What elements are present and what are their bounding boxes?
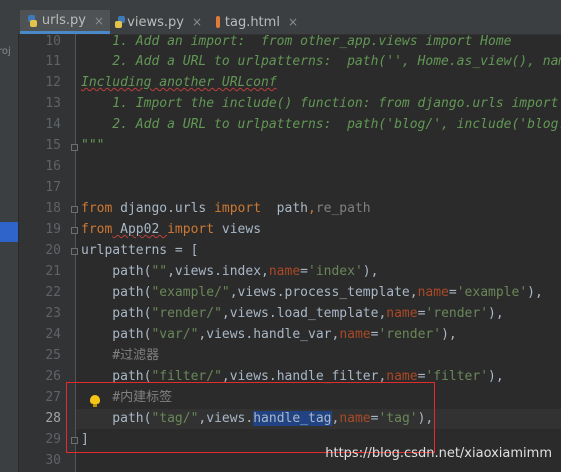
imported-name: re_path [315, 201, 371, 216]
string-literal: "render/" [151, 306, 222, 321]
tab-views-py[interactable]: views.py × [110, 10, 208, 34]
line-number: 15 [45, 138, 61, 153]
keyword: from [81, 222, 113, 237]
close-icon[interactable]: × [192, 15, 202, 29]
string-literal: "example/" [151, 285, 230, 300]
line-number: 10 [45, 34, 61, 49]
code-line: 1. Import the include() function: from d… [112, 96, 559, 111]
python-file-icon [115, 16, 126, 28]
project-tool-window-strip[interactable]: roj [0, 34, 19, 472]
line-number: 25 [45, 348, 61, 363]
tab-label: tag.html [224, 14, 280, 30]
keyword-arg: name [268, 264, 301, 279]
line-number: 21 [45, 264, 61, 279]
argument: ,views.load_template, [221, 306, 387, 321]
imported-name: views [214, 222, 262, 237]
punctuation: ), [441, 327, 457, 342]
keyword: import [214, 201, 262, 216]
operator: = [300, 264, 308, 279]
argument: ,views.handle_var, [198, 327, 340, 342]
tab-label: views.py [127, 14, 184, 30]
tab-label: urls.py [41, 13, 86, 28]
keyword: from [81, 201, 113, 216]
argument: ,views.process_template, [229, 285, 418, 300]
line-number: 19 [45, 222, 61, 237]
docstring-text: Including another URLconf [81, 75, 277, 90]
punctuation: ), [488, 306, 504, 321]
keyword-arg: name [339, 327, 371, 342]
code-line: 2. Add a URL to urlpatterns: path('blog/… [112, 117, 561, 132]
string-literal: 'example' [456, 285, 528, 300]
punctuation: , [308, 201, 316, 216]
code-line: from App02 import views [81, 220, 261, 240]
line-number: 13 [45, 96, 61, 111]
code-line: path("",views.index,name='index'), [81, 262, 378, 282]
annotation-highlight-box [66, 382, 435, 453]
argument: ,views.index, [167, 264, 269, 279]
code-line: Including another URLconf [81, 73, 277, 93]
line-number: 12 [45, 75, 61, 90]
code-line: path("render/",views.load_template,name=… [81, 304, 504, 324]
string-literal: "" [151, 264, 168, 279]
tab-urls-py[interactable]: urls.py × [20, 10, 110, 34]
project-selected-item[interactable] [0, 222, 18, 242]
close-icon[interactable]: × [288, 15, 298, 29]
code-line: """ [81, 138, 105, 153]
project-label: roj [0, 46, 11, 57]
punctuation: ), [362, 264, 379, 279]
string-literal: "var/" [151, 327, 199, 342]
line-number: 18 [45, 201, 61, 216]
operator: = [448, 285, 457, 300]
keyword: import [167, 222, 215, 237]
keyword-arg: name [417, 285, 449, 300]
code-line: 1. Add an import: from other_app.views i… [81, 34, 512, 49]
line-number: 14 [45, 117, 61, 132]
code-line: path("example/",views.process_template,n… [81, 283, 543, 303]
line-number: 24 [45, 327, 61, 342]
line-number: 27 [45, 390, 61, 405]
punctuation: ), [488, 369, 504, 384]
string-literal: 'index' [308, 264, 363, 279]
module-name: django.urls [112, 201, 215, 216]
string-literal: 'render' [425, 306, 489, 321]
line-number: 26 [45, 369, 61, 384]
watermark-url: https://blog.csdn.net/xiaoxiamimm [325, 446, 552, 461]
code-line: urlpatterns = [ [81, 241, 198, 261]
operator: = [ [167, 243, 199, 258]
code-line: from django.urls import path,re_path [81, 199, 371, 219]
function-call: path( [81, 327, 152, 342]
line-number: 20 [45, 243, 61, 258]
editor-tab-bar: urls.py × views.py × tag.html × [0, 0, 561, 35]
string-literal: 'render' [378, 327, 442, 342]
line-number: 22 [45, 285, 61, 300]
python-file-icon [28, 14, 37, 27]
code-line: 2. Add a URL to urlpatterns: path('', Ho… [112, 54, 561, 69]
punctuation: ), [527, 285, 543, 300]
line-number: 11 [45, 54, 61, 69]
code-comment: #过滤器 [81, 348, 160, 363]
line-number: 17 [45, 180, 61, 195]
close-icon[interactable]: × [94, 14, 104, 28]
html-file-icon [216, 16, 220, 28]
code-line: path("var/",views.handle_var,name='rende… [81, 325, 457, 345]
function-call: path( [81, 285, 152, 300]
function-call: path( [81, 306, 152, 321]
keyword-arg: name [386, 306, 418, 321]
tab-tag-html[interactable]: tag.html × [208, 10, 304, 34]
imported-name: path [261, 201, 308, 216]
line-number: 29 [45, 432, 61, 447]
module-name: App02 [112, 222, 168, 237]
line-number: 23 [45, 306, 61, 321]
function-call: path( [81, 264, 152, 279]
line-number-current: 28 [45, 411, 61, 426]
line-number: 16 [45, 159, 61, 174]
variable-name: urlpatterns [81, 243, 168, 258]
line-number: 30 [45, 453, 61, 468]
